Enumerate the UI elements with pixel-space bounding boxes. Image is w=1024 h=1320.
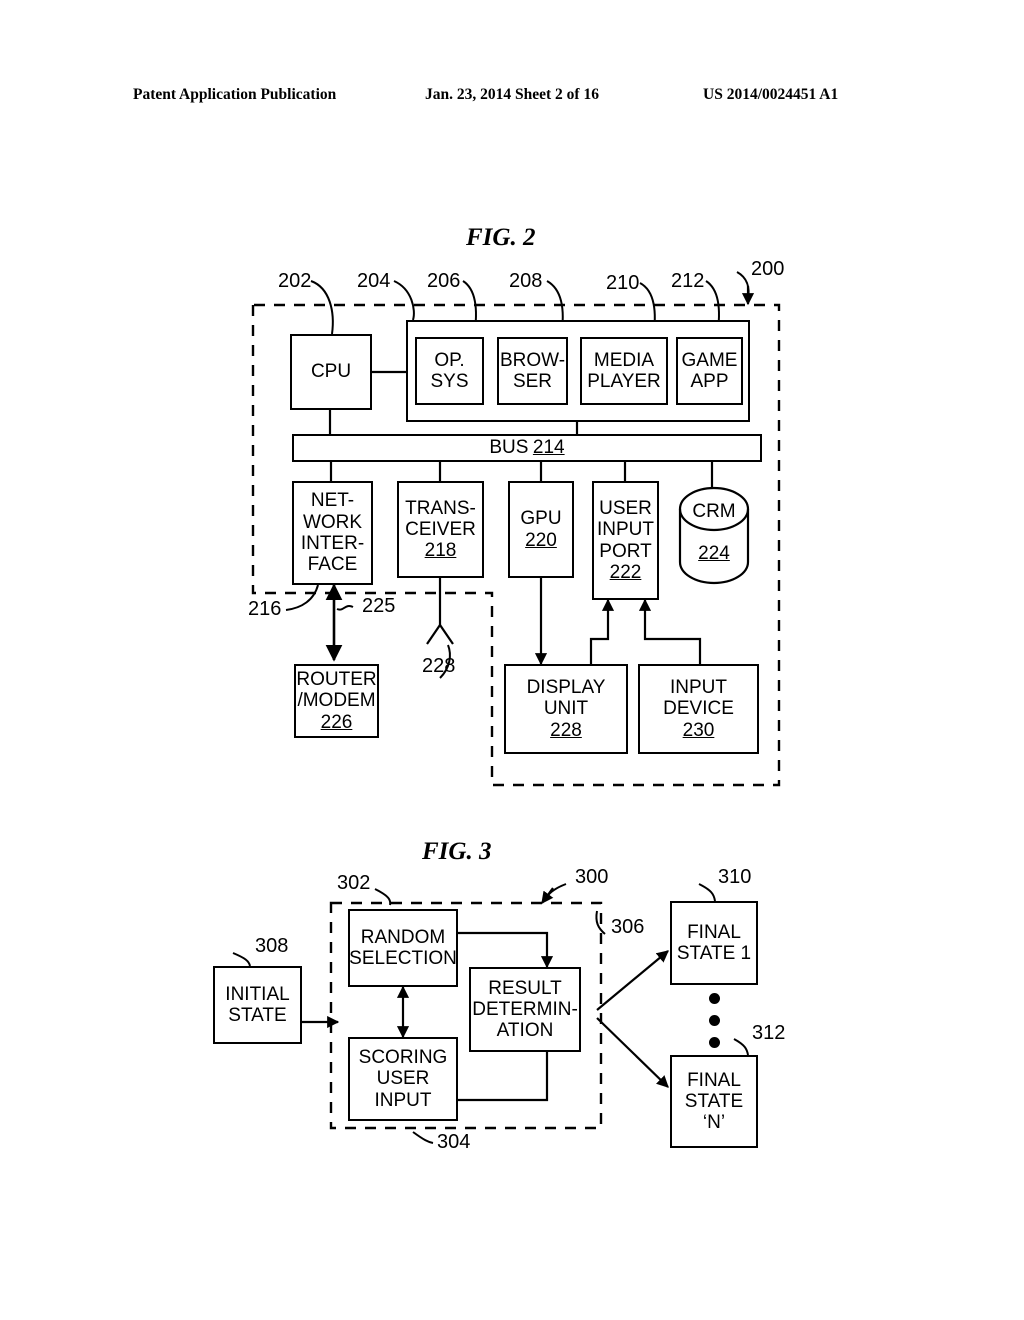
opsys-line2: SYS xyxy=(430,371,469,392)
ellipsis-dot xyxy=(709,993,720,1004)
scoring-line2: USER xyxy=(376,1068,430,1090)
userport-line1: USER xyxy=(599,497,652,519)
fig2-block-gpu[interactable]: GPU 220 xyxy=(508,481,574,578)
fig2-ref-228: 228 xyxy=(422,655,456,677)
bus-label: BUS xyxy=(489,437,529,459)
transceiver-line1: TRANS- xyxy=(405,497,476,519)
fig2-block-transceiver[interactable]: TRANS- CEIVER 218 xyxy=(397,481,484,578)
fig2-ref-225: 225 xyxy=(362,595,396,617)
fig3-ref-306: 306 xyxy=(611,916,645,938)
netiface-line4: FACE xyxy=(307,554,358,576)
fig2-block-network-interface[interactable]: NET- WORK INTER- FACE xyxy=(292,481,373,585)
final1-line1: FINAL xyxy=(687,921,741,943)
fig3-block-scoring-user-input[interactable]: SCORING USER INPUT xyxy=(348,1037,458,1121)
inputdev-line1: INPUT xyxy=(670,677,727,699)
fig2-ref-210: 210 xyxy=(606,272,640,294)
transceiver-line2: CEIVER xyxy=(405,518,476,540)
fig3-block-final-state-1[interactable]: FINAL STATE 1 xyxy=(670,901,758,985)
fig2-ref-204: 204 xyxy=(357,270,391,292)
header-date-sheet: Jan. 23, 2014 Sheet 2 of 16 xyxy=(425,86,599,103)
fig2-ref-206: 206 xyxy=(427,270,461,292)
fig2-block-display-unit[interactable]: DISPLAY UNIT 228 xyxy=(504,664,628,754)
userport-line2: INPUT xyxy=(597,519,654,541)
netiface-line2: WORK xyxy=(302,511,363,533)
gameapp-line2: APP xyxy=(690,371,729,392)
display-ref: 228 xyxy=(550,719,582,741)
fig3-ref-310: 310 xyxy=(718,866,752,888)
initial-line2: STATE xyxy=(228,1005,287,1026)
gpu-label: GPU xyxy=(520,508,562,530)
gpu-ref: 220 xyxy=(525,529,557,551)
gameapp-line1: GAME xyxy=(681,349,738,371)
cpu-label: CPU xyxy=(310,361,352,383)
inputdev-ref: 230 xyxy=(682,719,715,741)
fig2-block-media-player[interactable]: MEDIA PLAYER xyxy=(580,337,668,405)
figure-2-title: FIG. 2 xyxy=(466,224,536,251)
bus-ref: 214 xyxy=(532,437,565,459)
fig2-ref-212: 212 xyxy=(671,270,705,292)
fig3-ref-304: 304 xyxy=(437,1131,471,1153)
fig3-ref-312: 312 xyxy=(752,1022,786,1044)
result-line2: DETERMIN- xyxy=(472,998,578,1020)
opsys-line1: OP. xyxy=(434,349,465,371)
display-line2: UNIT xyxy=(543,698,589,720)
ellipsis-dot xyxy=(709,1037,720,1048)
fig3-ellipsis xyxy=(709,993,721,1053)
inputdev-line2: DEVICE xyxy=(663,698,734,720)
header-patent-number: US 2014/0024451 A1 xyxy=(703,86,839,103)
userport-ref: 222 xyxy=(609,561,642,583)
media-line1: MEDIA xyxy=(593,349,655,371)
userport-line3: PORT xyxy=(599,540,652,562)
fig2-block-router-modem[interactable]: ROUTER /MODEM 226 xyxy=(294,664,379,738)
fig2-block-bus[interactable]: BUS 214 xyxy=(292,434,762,462)
finaln-line3: ‘N’ xyxy=(702,1112,726,1134)
finaln-line1: FINAL xyxy=(687,1069,741,1091)
router-ref: 226 xyxy=(320,711,353,733)
initial-line1: INITIAL xyxy=(225,983,290,1005)
figure-3-title: FIG. 3 xyxy=(422,838,492,865)
random-line1: RANDOM xyxy=(360,926,446,948)
media-line2: PLAYER xyxy=(587,371,661,392)
fig2-block-user-input-port[interactable]: USER INPUT PORT 222 xyxy=(592,481,659,600)
fig2-ref-202: 202 xyxy=(278,270,312,292)
header-publication: Patent Application Publication xyxy=(133,86,337,103)
fig3-ref-302: 302 xyxy=(337,872,371,894)
result-line3: ATION xyxy=(496,1020,554,1042)
fig2-block-cpu[interactable]: CPU xyxy=(290,334,372,410)
browser-line2: SER xyxy=(512,371,553,392)
router-line2: /MODEM xyxy=(297,690,376,712)
scoring-line3: INPUT xyxy=(374,1089,432,1111)
fig2-block-input-device[interactable]: INPUT DEVICE 230 xyxy=(638,664,759,754)
crm-label: CRM xyxy=(692,501,736,522)
finaln-line2: STATE xyxy=(684,1090,744,1112)
router-line1: ROUTER xyxy=(296,669,377,691)
fig2-block-op-sys[interactable]: OP. SYS xyxy=(415,337,484,405)
fig3-block-random-selection[interactable]: RANDOM SELECTION xyxy=(348,909,458,987)
ellipsis-dot xyxy=(709,1015,720,1026)
netiface-line3: INTER- xyxy=(300,533,365,554)
netiface-line1: NET- xyxy=(310,490,355,512)
browser-line1: BROW- xyxy=(499,349,566,371)
result-line1: RESULT xyxy=(488,977,562,999)
fig2-block-crm[interactable]: CRM 224 xyxy=(678,486,750,585)
fig3-ref-300: 300 xyxy=(575,866,609,888)
diagram-lines xyxy=(232,271,781,1144)
fig3-ref-308: 308 xyxy=(255,935,289,957)
fig2-block-game-app[interactable]: GAME APP xyxy=(676,337,743,405)
display-line1: DISPLAY xyxy=(526,677,606,699)
fig3-block-result-determination[interactable]: RESULT DETERMIN- ATION xyxy=(469,967,581,1052)
fig2-ref-200: 200 xyxy=(751,258,785,280)
transceiver-ref: 218 xyxy=(424,540,457,562)
scoring-line1: SCORING xyxy=(358,1047,448,1069)
fig2-block-browser[interactable]: BROW- SER xyxy=(497,337,568,405)
fig2-ref-216: 216 xyxy=(248,598,282,620)
fig3-block-final-state-n[interactable]: FINAL STATE ‘N’ xyxy=(670,1055,758,1148)
crm-ref: 224 xyxy=(698,543,730,564)
patent-sheet: Patent Application Publication Jan. 23, … xyxy=(0,0,1024,1320)
fig2-ref-208: 208 xyxy=(509,270,543,292)
fig3-block-initial-state[interactable]: INITIAL STATE xyxy=(213,966,302,1044)
random-line2: SELECTION xyxy=(349,948,457,969)
final1-line2: STATE 1 xyxy=(676,943,752,964)
